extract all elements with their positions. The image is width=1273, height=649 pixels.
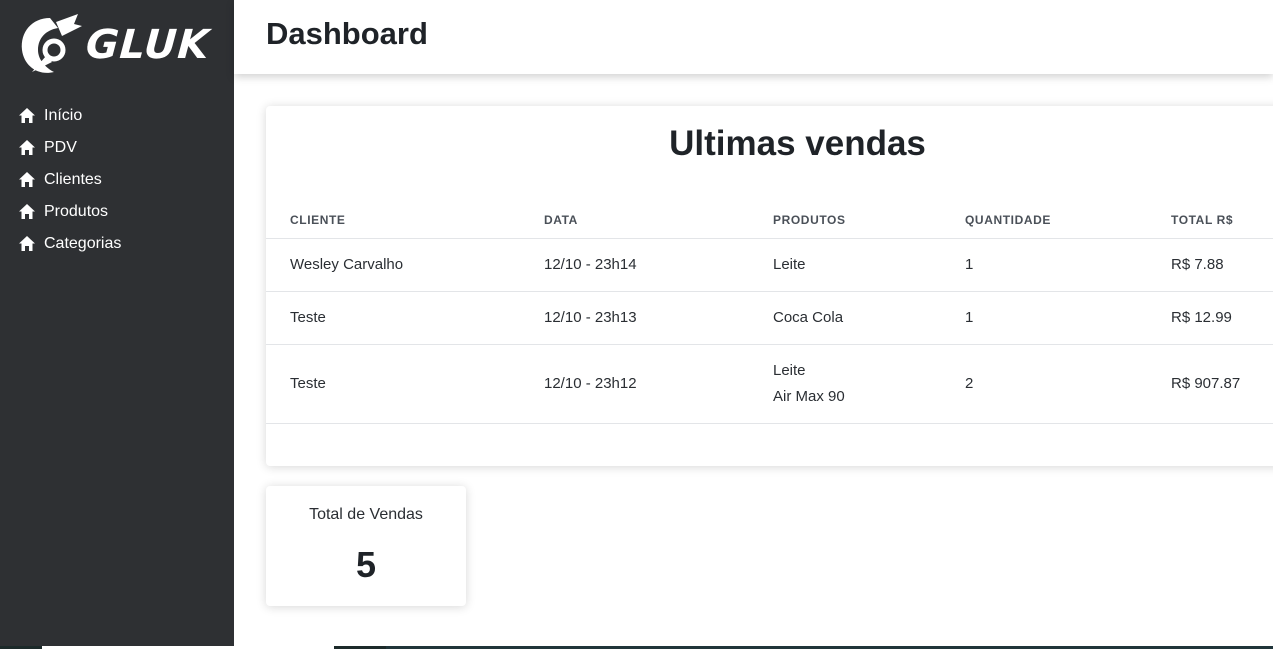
recent-sales-title: Ultimas vendas [669, 124, 926, 163]
recent-sales-card: Ultimas vendas CLIENTE DATA PRODUTOS QUA… [266, 106, 1273, 466]
cell-quantidade: 2 [941, 344, 1147, 424]
column-header-total: TOTAL R$ [1147, 202, 1273, 239]
home-icon [18, 171, 36, 189]
cell-cliente: Teste [266, 344, 520, 424]
sidebar-nav: Início PDV Clientes Produtos Categorias [18, 100, 121, 260]
cell-cliente: Teste [266, 291, 520, 345]
total-sales-card: Total de Vendas 5 [266, 486, 466, 606]
brand-name: GLUK [84, 22, 212, 68]
table-row: Teste 12/10 - 23h13 Coca Cola 1 R$ 12.99 [266, 291, 1273, 345]
sidebar-item-label: PDV [44, 139, 77, 156]
product-name: Coca Cola [773, 308, 844, 326]
sales-table: CLIENTE DATA PRODUTOS QUANTIDADE TOTAL R… [266, 202, 1273, 424]
runner-logo-icon [21, 14, 82, 73]
cell-total: R$ 12.99 [1147, 291, 1273, 345]
product-name: Air Max 90 [773, 387, 845, 405]
cell-total: R$ 907.87 [1147, 344, 1273, 424]
cell-produtos: Coca Cola [749, 291, 941, 345]
cell-cliente: Wesley Carvalho [266, 238, 520, 292]
product-name: Leite [773, 255, 806, 273]
brand-logo[interactable]: GLUK [16, 12, 212, 78]
sidebar-item-label: Produtos [44, 203, 109, 220]
page-header: Dashboard [234, 0, 1273, 74]
product-name: Leite [773, 361, 806, 379]
app-window: GLUK Início PDV Clientes Produtos Catego… [0, 0, 1273, 649]
page-title: Dashboard [266, 16, 428, 51]
column-header-data: DATA [520, 202, 749, 239]
sidebar-item-label: Início [44, 107, 83, 124]
cell-data: 12/10 - 23h12 [520, 344, 749, 424]
table-header-row: CLIENTE DATA PRODUTOS QUANTIDADE TOTAL R… [266, 202, 1273, 239]
home-icon [18, 107, 36, 125]
home-icon [18, 235, 36, 253]
home-icon [18, 203, 36, 221]
column-header-produtos: PRODUTOS [749, 202, 941, 239]
sidebar-item-produtos[interactable]: Produtos [18, 196, 121, 228]
total-sales-value: 5 [355, 544, 377, 585]
main-content: Ultimas vendas CLIENTE DATA PRODUTOS QUA… [234, 74, 1273, 646]
cell-quantidade: 1 [941, 238, 1147, 292]
sidebar-item-label: Categorias [44, 235, 122, 252]
cell-data: 12/10 - 23h14 [520, 238, 749, 292]
cell-produtos: Leite Air Max 90 [749, 344, 941, 424]
sidebar-item-clientes[interactable]: Clientes [18, 164, 121, 196]
cell-total: R$ 7.88 [1147, 238, 1273, 292]
cell-data: 12/10 - 23h13 [520, 291, 749, 345]
column-header-quantidade: QUANTIDADE [941, 202, 1147, 239]
table-row: Wesley Carvalho 12/10 - 23h14 Leite 1 R$… [266, 238, 1273, 292]
table-row: Teste 12/10 - 23h12 Leite Air Max 90 2 R… [266, 344, 1273, 424]
column-header-cliente: CLIENTE [266, 202, 520, 239]
sidebar-item-pdv[interactable]: PDV [18, 132, 121, 164]
sidebar-item-categorias[interactable]: Categorias [18, 228, 121, 260]
total-sales-label: Total de Vendas [309, 506, 423, 523]
sidebar-item-label: Clientes [44, 171, 102, 188]
home-icon [18, 139, 36, 157]
sidebar: GLUK Início PDV Clientes Produtos Catego… [0, 0, 234, 649]
cell-quantidade: 1 [941, 291, 1147, 345]
sidebar-item-inicio[interactable]: Início [18, 100, 121, 132]
cell-produtos: Leite [749, 238, 941, 292]
